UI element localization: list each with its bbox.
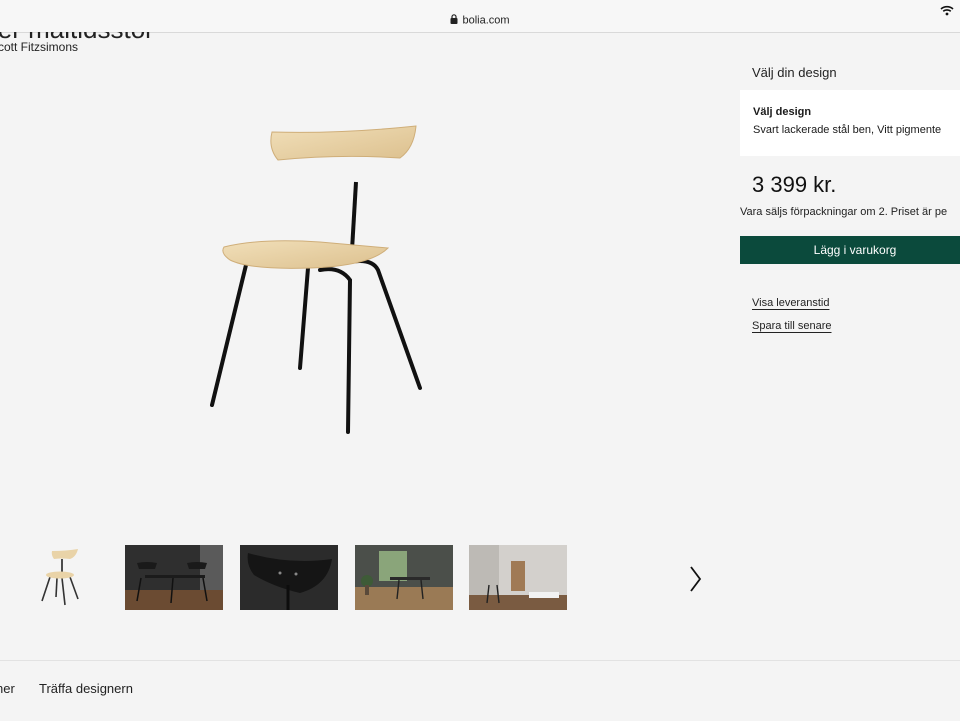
delivery-time-link[interactable]: Visa leveranstid	[752, 297, 829, 309]
thumbnail-chair[interactable]	[10, 545, 108, 610]
product-tabs: ner Träffa designern	[0, 660, 960, 721]
tab-partial[interactable]: ner	[0, 681, 15, 696]
thumbnail-room[interactable]	[355, 545, 453, 610]
thumbnail-backrest[interactable]	[240, 545, 338, 610]
choose-design-heading: Välj din design	[752, 65, 837, 80]
lock-icon	[450, 14, 458, 27]
add-to-cart-button[interactable]: Lägg i varukorg	[740, 236, 960, 264]
product-image[interactable]	[200, 120, 440, 445]
thumbnail-dining-room[interactable]	[125, 545, 223, 610]
designer-name: cott Fitzsimons	[0, 40, 79, 54]
design-selector[interactable]: Välj design Svart lackerade stål ben, Vi…	[740, 90, 960, 156]
wifi-icon	[940, 3, 954, 21]
thumbnail-corner[interactable]	[469, 545, 567, 610]
tab-meet-designer[interactable]: Träffa designern	[39, 681, 133, 696]
address-bar[interactable]: bolia.com	[0, 14, 960, 27]
url-text: bolia.com	[462, 14, 510, 27]
browser-toolbar: bolia.com	[0, 0, 960, 33]
next-image-button[interactable]	[688, 565, 702, 598]
save-for-later-link[interactable]: Spara till senare	[752, 320, 832, 332]
package-note: Vara säljs förpackningar om 2. Priset är…	[740, 206, 948, 218]
design-value: Svart lackerade stål ben, Vitt pigmente	[753, 124, 942, 136]
chevron-right-icon	[690, 566, 702, 592]
design-label: Välj design	[753, 106, 812, 118]
price: 3 399 kr.	[752, 172, 837, 197]
